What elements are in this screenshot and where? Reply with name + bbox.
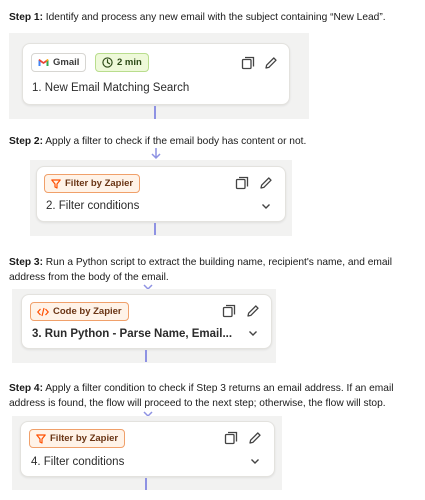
filter-icon: [36, 433, 46, 444]
filter-by-zapier-badge: Filter by Zapier: [29, 429, 126, 448]
step-4-card[interactable]: Filter by Zapier 4. Filter conditions: [20, 421, 275, 477]
copy-icon[interactable]: [224, 431, 238, 445]
step-3-text: Run a Python script to extract the build…: [9, 257, 393, 283]
step-1-label: Step 1:: [9, 12, 43, 23]
step-4-description: Step 4: Apply a filter condition to chec…: [9, 382, 417, 411]
copy-icon[interactable]: [235, 176, 249, 190]
step-4-label: Step 4:: [9, 383, 43, 394]
step-4-text: Apply a filter condition to check if Ste…: [9, 383, 394, 409]
code-badge-label: Code by Zapier: [53, 306, 122, 317]
gmail-badge: Gmail: [31, 53, 87, 72]
clock-icon: [102, 57, 113, 68]
step-1-description: Step 1: Identify and process any new ema…: [9, 11, 417, 26]
code-by-zapier-badge: Code by Zapier: [30, 302, 129, 321]
filter-by-zapier-badge: Filter by Zapier: [44, 174, 141, 193]
step-3-description: Step 3: Run a Python script to extract t…: [9, 256, 417, 285]
step-3-card[interactable]: Code by Zapier 3. Run Python - Parse Nam…: [21, 294, 272, 349]
step-1-card[interactable]: Gmail 2 min 1. New Email Matching Search: [22, 43, 290, 105]
filter-icon: [51, 178, 61, 189]
connector-line: [145, 478, 147, 490]
filter-badge-label: Filter by Zapier: [50, 433, 119, 444]
arrow-down-icon: [151, 148, 161, 160]
connector-line: [154, 106, 156, 119]
duration-badge: 2 min: [95, 53, 149, 72]
step-2-text: Apply a filter to check if the email bod…: [42, 136, 307, 147]
gmail-icon: [38, 59, 49, 66]
duration-badge-label: 2 min: [117, 57, 142, 68]
step-2-card[interactable]: Filter by Zapier 2. Filter conditions: [36, 166, 286, 222]
edit-icon[interactable]: [248, 431, 262, 445]
step-4-title: 4. Filter conditions: [31, 456, 125, 468]
step-1-title: 1. New Email Matching Search: [32, 82, 190, 94]
edit-icon[interactable]: [264, 56, 278, 70]
edit-icon[interactable]: [246, 304, 260, 318]
gmail-badge-label: Gmail: [53, 57, 80, 68]
copy-icon[interactable]: [222, 304, 236, 318]
chevron-down-icon[interactable]: [259, 199, 273, 213]
step-2-description: Step 2: Apply a filter to check if the e…: [9, 135, 417, 150]
edit-icon[interactable]: [259, 176, 273, 190]
filter-badge-label: Filter by Zapier: [65, 178, 134, 189]
step-3-title: 3. Run Python - Parse Name, Email...: [32, 328, 233, 340]
chevron-down-icon[interactable]: [246, 326, 260, 340]
connector-line: [145, 350, 147, 362]
step-2-label: Step 2:: [9, 136, 43, 147]
chevron-down-icon[interactable]: [248, 454, 262, 468]
step-1-text: Identify and process any new email with …: [42, 12, 386, 23]
copy-icon[interactable]: [241, 56, 255, 70]
code-icon: [37, 307, 49, 316]
step-2-title: 2. Filter conditions: [46, 200, 140, 212]
step-3-label: Step 3:: [9, 257, 43, 268]
connector-line: [154, 223, 156, 235]
